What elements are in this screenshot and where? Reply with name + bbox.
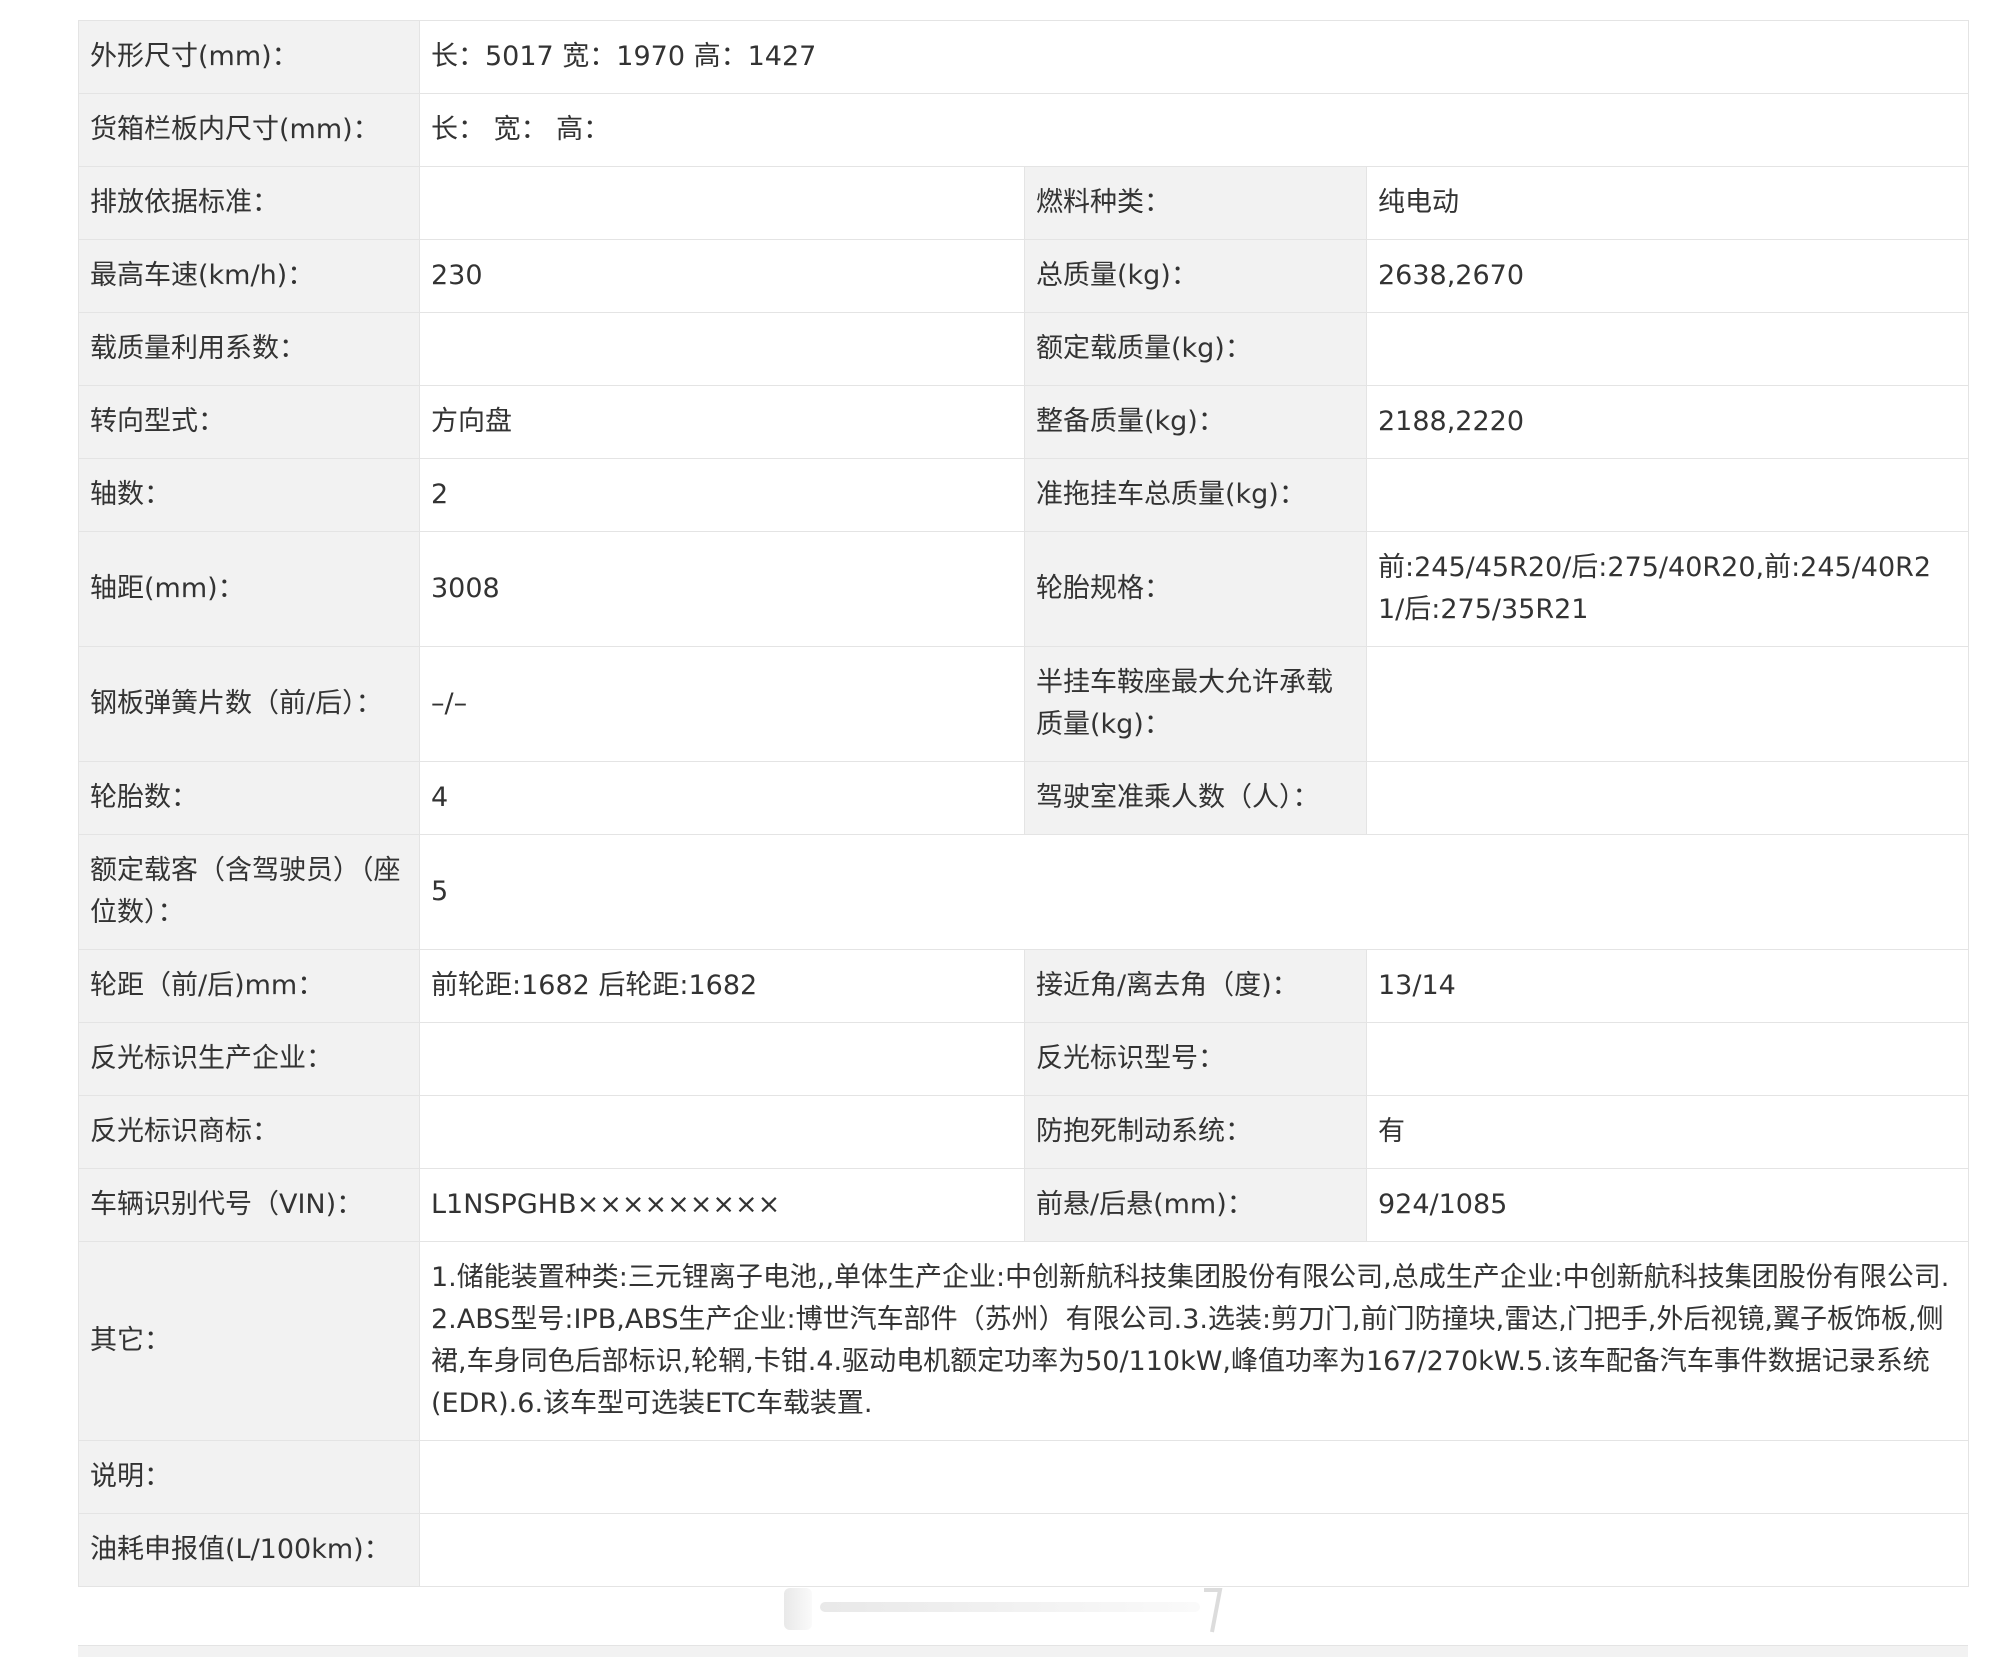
spec-value: 924/1085: [1365, 1168, 1970, 1242]
spec-label: 前悬/后悬(mm)：: [1024, 1168, 1367, 1242]
spec-label: 整备质量(kg)：: [1024, 385, 1367, 459]
spec-label: 转向型式：: [78, 385, 420, 459]
spec-label: 总质量(kg)：: [1024, 239, 1367, 313]
spec-label: 反光标识生产企业：: [78, 1022, 420, 1096]
spec-label: 排放依据标准：: [78, 166, 420, 240]
spec-value: 3008: [419, 531, 1025, 647]
weibo-watermark-icon: [784, 1588, 1223, 1633]
spec-row: 载质量利用系数： 额定载质量(kg)：: [78, 312, 1970, 386]
spec-value: [418, 1513, 1970, 1587]
spec-label: 半挂车鞍座最大允许承载质量(kg)：: [1024, 646, 1367, 762]
spec-label: 反光标识型号：: [1024, 1022, 1367, 1096]
spec-label: 载质量利用系数：: [78, 312, 420, 386]
spec-label: 燃料种类：: [1024, 166, 1367, 240]
spec-row: 钢板弹簧片数（前/后）： –/– 半挂车鞍座最大允许承载质量(kg)：: [78, 646, 1970, 762]
spec-row: 外形尺寸(mm)： 长：5017 宽：1970 高：1427: [78, 20, 1970, 94]
spec-label: 钢板弹簧片数（前/后）：: [78, 646, 420, 762]
spec-label: 货箱栏板内尺寸(mm)：: [78, 93, 420, 167]
spec-value: 4: [419, 761, 1025, 835]
spec-value: [419, 312, 1025, 386]
spec-row: 其它： 1.储能装置种类:三元锂离子电池,,单体生产企业:中创新航科技集团股份有限…: [78, 1241, 1970, 1441]
spec-value: [1365, 1022, 1970, 1096]
spec-value: 2638,2670: [1365, 239, 1970, 313]
spec-value: 前:245/45R20/后:275/40R20,前:245/40R21/后:27…: [1365, 531, 1970, 647]
spec-row: 轮胎数： 4 驾驶室准乘人数（人）：: [78, 761, 1970, 835]
spec-value: [419, 1022, 1025, 1096]
spec-value: [1365, 312, 1970, 386]
spec-row: 排放依据标准： 燃料种类： 纯电动: [78, 166, 1970, 240]
vehicle-spec-table: 外形尺寸(mm)： 长：5017 宽：1970 高：1427 货箱栏板内尺寸(mm)…: [78, 20, 1970, 1587]
spec-label: 外形尺寸(mm)：: [78, 20, 420, 94]
spec-value: [1365, 761, 1970, 835]
spec-label: 轴数：: [78, 458, 420, 532]
spec-label: 接近角/离去角（度)：: [1024, 949, 1367, 1023]
spec-label: 准拖挂车总质量(kg)：: [1024, 458, 1367, 532]
spec-row: 额定载客（含驾驶员）（座位数）： 5: [78, 834, 1970, 950]
spec-row: 最高车速(km/h)： 230 总质量(kg)： 2638,2670: [78, 239, 1970, 313]
spec-label: 轮胎数：: [78, 761, 420, 835]
spec-value: [419, 1095, 1025, 1169]
spec-row: 轮距（前/后)mm： 前轮距:1682 后轮距:1682 接近角/离去角（度)： 13…: [78, 949, 1970, 1023]
spec-value: 长：5017 宽：1970 高：1427: [418, 20, 1970, 94]
spec-row: 车辆识别代号（VIN)： L1NSPGHB××××××××× 前悬/后悬(mm)： 9…: [78, 1168, 1970, 1242]
spec-label: 最高车速(km/h)：: [78, 239, 420, 313]
spec-value: 有: [1365, 1095, 1970, 1169]
spec-value: L1NSPGHB×××××××××: [419, 1168, 1025, 1242]
spec-label: 额定载客（含驾驶员）（座位数）：: [78, 834, 420, 950]
spec-label: 反光标识商标：: [78, 1095, 420, 1169]
spec-value: 2: [419, 458, 1025, 532]
spec-row: 反光标识商标： 防抱死制动系统：有: [78, 1095, 1970, 1169]
spec-label: 驾驶室准乘人数（人）：: [1024, 761, 1367, 835]
spec-value: 方向盘: [419, 385, 1025, 459]
spec-value: 13/14: [1365, 949, 1970, 1023]
spec-label: 轴距(mm)：: [78, 531, 420, 647]
spec-row: 轴数： 2 准拖挂车总质量(kg)：: [78, 458, 1970, 532]
spec-row: 说明：: [78, 1440, 1970, 1514]
spec-row: 反光标识生产企业： 反光标识型号：: [78, 1022, 1970, 1096]
spec-value: 1.储能装置种类:三元锂离子电池,,单体生产企业:中创新航科技集团股份有限公司,…: [418, 1241, 1970, 1441]
spec-label: 说明：: [78, 1440, 420, 1514]
spec-value: –/–: [419, 646, 1025, 762]
spec-value: [418, 1440, 1970, 1514]
spec-value: [419, 166, 1025, 240]
spec-label: 轮距（前/后)mm：: [78, 949, 420, 1023]
spec-row: 轴距(mm)： 3008 轮胎规格： 前:245/45R20/后:275/40R20,…: [78, 531, 1970, 647]
spec-label: 油耗申报值(L/100km)：: [78, 1513, 420, 1587]
spec-value: 前轮距:1682 后轮距:1682: [419, 949, 1025, 1023]
spec-value: 纯电动: [1365, 166, 1970, 240]
next-table-top-edge: [78, 1645, 1968, 1657]
spec-row: 油耗申报值(L/100km)：: [78, 1513, 1970, 1587]
spec-label: 额定载质量(kg)：: [1024, 312, 1367, 386]
spec-value: 长： 宽： 高：: [418, 93, 1970, 167]
spec-value: 5: [418, 834, 1970, 950]
spec-value: 2188,2220: [1365, 385, 1970, 459]
spec-value: [1365, 458, 1970, 532]
spec-label: 其它：: [78, 1241, 420, 1441]
spec-label: 防抱死制动系统：: [1024, 1095, 1367, 1169]
spec-row: 货箱栏板内尺寸(mm)： 长： 宽： 高：: [78, 93, 1970, 167]
spec-value: [1365, 646, 1970, 762]
spec-label: 轮胎规格：: [1024, 531, 1367, 647]
spec-value: 230: [419, 239, 1025, 313]
spec-label: 车辆识别代号（VIN)：: [78, 1168, 420, 1242]
spec-row: 转向型式： 方向盘 整备质量(kg)： 2188,2220: [78, 385, 1970, 459]
